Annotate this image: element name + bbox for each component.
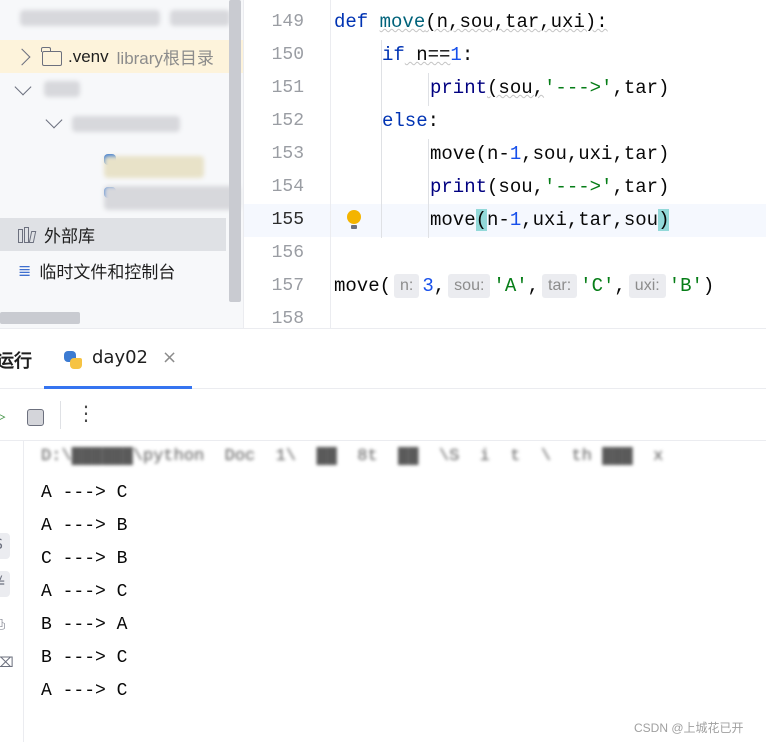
project-vertical-scrollbar[interactable] [229, 0, 241, 302]
chevron-down-icon[interactable] [45, 111, 63, 128]
line-number: 151 [271, 78, 304, 98]
project-horizontal-scrollbar[interactable] [0, 312, 80, 324]
console-output-line: A ---> B [41, 516, 128, 536]
tree-item-venv[interactable]: .venv library根目录 [0, 40, 243, 73]
soft-wrap-icon: S [0, 537, 8, 553]
code-editor[interactable]: 149 150 151 152 153 154 155 156 157 158 … [244, 0, 766, 328]
line-number: 157 [271, 276, 304, 296]
code-line-152: else: [382, 110, 440, 132]
run-side-toolbar: S ≚ ⎙ ⌫ [0, 441, 24, 742]
lightbulb-icon[interactable] [346, 210, 362, 232]
toolbar-separator [60, 401, 61, 429]
code-line-154: print(sou,'--->',tar) [430, 176, 670, 198]
run-toolbar: ▷ ⋮ [0, 389, 766, 441]
code-line-150: if n==1: [382, 44, 474, 66]
code-line-155: move(n-1,uxi,tar,sou) [430, 209, 670, 231]
param-hint: n: [394, 274, 420, 298]
run-tool-window: 运行 day02 × ▷ ⋮ S ≚ ⎙ ⌫ D:\██████\python … [0, 328, 766, 742]
code-line-157: move(n: 3, sou: 'A', tar: 'C', uxi: 'B') [334, 274, 715, 298]
close-tab-icon[interactable]: × [162, 347, 177, 368]
tab-day02[interactable]: day02 × [44, 329, 192, 389]
gutter-separator [330, 0, 331, 328]
line-number: 149 [271, 12, 304, 32]
folder-icon [41, 47, 62, 66]
redacted-root-path [20, 10, 160, 26]
redacted-command-line: D:\██████\python Doc 1\ ██ 8t ██ \S i t … [41, 447, 664, 466]
library-icon [18, 226, 37, 243]
redacted-folder-name [44, 81, 80, 97]
run-panel-title: 运行 [0, 351, 32, 372]
line-number: 158 [271, 309, 304, 328]
rerun-icon[interactable]: ▷ [0, 407, 8, 425]
external-libraries-label: 外部库 [44, 227, 95, 247]
project-panel: .venv library根目录 外部库 ≣ 临时文件和控制台 [0, 0, 244, 328]
more-options-icon[interactable]: ⋮ [76, 403, 96, 423]
code-line-149: def move(n,sou,tar,uxi): [334, 11, 608, 33]
venv-hint: library根目录 [116, 49, 214, 68]
console-output-line: B ---> C [41, 648, 128, 668]
code-line-153: move(n-1,sou,uxi,tar) [430, 143, 670, 165]
matching-paren: ( [475, 209, 488, 231]
clear-icon[interactable]: ⌫ [0, 655, 14, 671]
redacted-root-path [170, 10, 230, 26]
param-hint: tar: [542, 274, 578, 298]
watermark: CSDN @上城花已开 [634, 721, 744, 735]
venv-name: .venv [68, 46, 109, 66]
scratches-icon: ≣ [18, 261, 32, 280]
python-file-icon [64, 351, 82, 369]
chevron-right-icon[interactable] [13, 48, 31, 65]
code-line-151: print(sou,'--->',tar) [430, 77, 670, 99]
indent-guide [428, 139, 429, 238]
tree-item-external-libraries[interactable]: 外部库 [0, 218, 226, 251]
print-icon[interactable]: ⎙ [0, 617, 8, 633]
console-output-line: A ---> C [41, 582, 128, 602]
param-hint: sou: [448, 274, 491, 298]
line-number-current: 155 [271, 210, 304, 230]
chevron-down-icon[interactable] [14, 78, 32, 95]
console-output-line: A ---> C [41, 483, 128, 503]
line-number: 154 [271, 177, 304, 197]
scratches-label: 临时文件和控制台 [39, 263, 176, 283]
line-number: 153 [271, 144, 304, 164]
stop-icon[interactable] [27, 409, 44, 426]
scroll-to-end-icon: ≚ [0, 575, 8, 591]
tree-item-folder[interactable] [0, 73, 226, 106]
line-number: 152 [271, 111, 304, 131]
console-output-line: C ---> B [41, 549, 128, 569]
matching-paren: ) [658, 209, 670, 231]
indent-guide [428, 73, 429, 106]
console-output-line: A ---> C [41, 681, 128, 701]
line-number: 150 [271, 45, 304, 65]
line-number: 156 [271, 243, 304, 263]
console-output-line: B ---> A [41, 615, 128, 635]
redacted-file-name [104, 186, 240, 210]
param-hint: uxi: [628, 274, 666, 298]
run-header: 运行 day02 × [0, 329, 766, 389]
tree-item-scratches[interactable]: ≣ 临时文件和控制台 [0, 254, 226, 287]
tab-label: day02 [92, 347, 149, 368]
redacted-folder-name [72, 116, 180, 132]
redacted-file-name [104, 156, 204, 178]
